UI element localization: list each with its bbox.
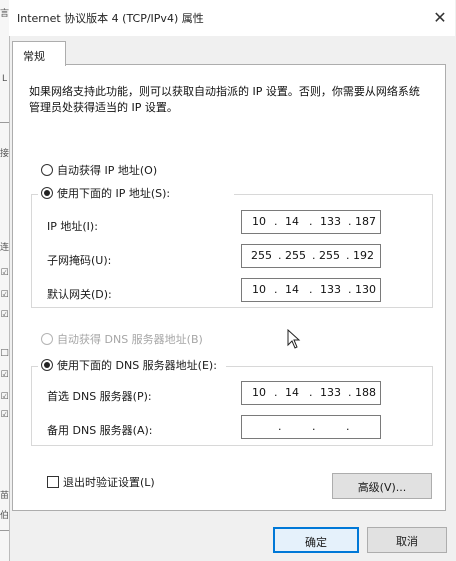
background-glyph: L [1, 74, 7, 84]
background-glyph: 言 [0, 9, 10, 19]
gateway-octet-2: 14 [285, 283, 299, 296]
radio-auto-dns[interactable] [41, 333, 53, 345]
default-gateway-input[interactable]: 10 . 14 . 133 . 130 [241, 278, 381, 302]
advanced-button[interactable]: 高级(V)... [332, 473, 432, 499]
background-glyph: 苗 [0, 491, 10, 501]
validate-on-exit-label[interactable]: 退出时验证设置(L) [63, 474, 155, 490]
background-checkbox-icon: ☑ [0, 410, 9, 420]
intro-text: 如果网络支持此功能，则可以获取自动指派的 IP 设置。否则，你需要从网络系统管理… [29, 85, 420, 114]
mask-octet-3: 255 [319, 249, 340, 262]
background-checkbox-icon: ☑ [0, 310, 9, 320]
radio-auto-dns-label[interactable]: 自动获得 DNS 服务器地址(B) [57, 331, 203, 347]
background-divider [0, 530, 9, 531]
radio-auto-ip-label[interactable]: 自动获得 IP 地址(O) [57, 162, 157, 178]
ip-octet-1: 10 [252, 215, 266, 228]
background-checkbox-icon: □ [0, 348, 9, 358]
default-gateway-label: 默认网关(D): [47, 288, 112, 301]
dns1-octet-1: 10 [252, 386, 266, 399]
background-checkbox-icon: ☑ [0, 392, 9, 402]
cancel-button[interactable]: 取消 [367, 527, 447, 553]
mask-octet-4: 192 [353, 249, 374, 262]
background-glyph: 连 [0, 243, 10, 253]
background-glyph: 伯 [0, 511, 10, 521]
radio-manual-ip[interactable] [41, 187, 53, 199]
mask-octet-2: 255 [285, 249, 306, 262]
dns1-octet-4: 188 [355, 386, 376, 399]
radio-manual-ip-label[interactable]: 使用下面的 IP 地址(S): [57, 185, 170, 201]
background-checkbox-icon: ☑ [0, 268, 9, 278]
preferred-dns-input[interactable]: 10 . 14 . 133 . 188 [241, 381, 381, 405]
mask-octet-1: 255 [251, 249, 272, 262]
window-title: Internet 协议版本 4 (TCP/IPv4) 属性 [17, 12, 204, 25]
ip-octet-3: 133 [320, 215, 341, 228]
gateway-octet-1: 10 [252, 283, 266, 296]
alternate-dns-label: 备用 DNS 服务器(A): [47, 424, 153, 437]
advanced-button-label: 高级(V)... [357, 481, 407, 494]
subnet-mask-input[interactable]: 255 . 255 . 255 . 192 [241, 244, 381, 268]
mouse-cursor-icon [287, 329, 301, 349]
ip-address-label: IP 地址(I): [47, 220, 98, 233]
gateway-octet-4: 130 [355, 283, 376, 296]
close-icon[interactable]: ✕ [428, 6, 452, 30]
dns1-octet-3: 133 [320, 386, 341, 399]
background-checkbox-icon: ☑ [0, 290, 9, 300]
subnet-mask-label: 子网掩码(U): [47, 254, 112, 267]
tab-general[interactable]: 常规 [12, 41, 66, 66]
radio-manual-dns-label[interactable]: 使用下面的 DNS 服务器地址(E): [57, 357, 217, 373]
ip-octet-4: 187 [355, 215, 376, 228]
preferred-dns-label: 首选 DNS 服务器(P): [47, 390, 152, 403]
ok-button[interactable]: 确定 [273, 527, 359, 553]
background-glyph: 接 [0, 149, 10, 159]
alternate-dns-input[interactable]: . . . [241, 415, 381, 439]
ip-address-input[interactable]: 10 . 14 . 133 . 187 [241, 210, 381, 234]
dns1-octet-2: 14 [285, 386, 299, 399]
ok-button-label: 确定 [305, 536, 327, 549]
radio-manual-dns[interactable] [41, 359, 53, 371]
cancel-button-label: 取消 [396, 535, 418, 548]
validate-on-exit-checkbox[interactable] [47, 476, 59, 488]
radio-auto-ip[interactable] [41, 164, 53, 176]
background-checkbox-icon: ☑ [0, 370, 9, 380]
ip-octet-2: 14 [285, 215, 299, 228]
tab-general-label: 常规 [23, 50, 45, 63]
background-divider [0, 122, 9, 123]
gateway-octet-3: 133 [320, 283, 341, 296]
